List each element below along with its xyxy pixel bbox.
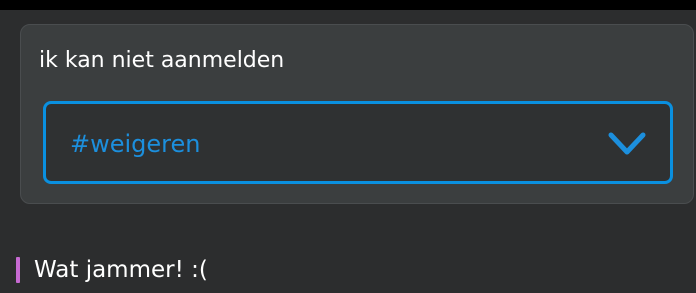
prompt-title: ik kan niet aanmelden [39, 48, 285, 73]
response-dropdown[interactable]: #weigeren [43, 101, 673, 184]
message-line: Wat jammer! :( [16, 253, 208, 287]
chevron-down-icon [608, 132, 646, 155]
dropdown-selected-value: #weigeren [70, 130, 201, 158]
prompt-card: ik kan niet aanmelden #weigeren [20, 24, 694, 204]
top-strip [0, 0, 696, 10]
message-text: Wat jammer! :( [34, 257, 208, 283]
quote-bar [16, 257, 20, 283]
